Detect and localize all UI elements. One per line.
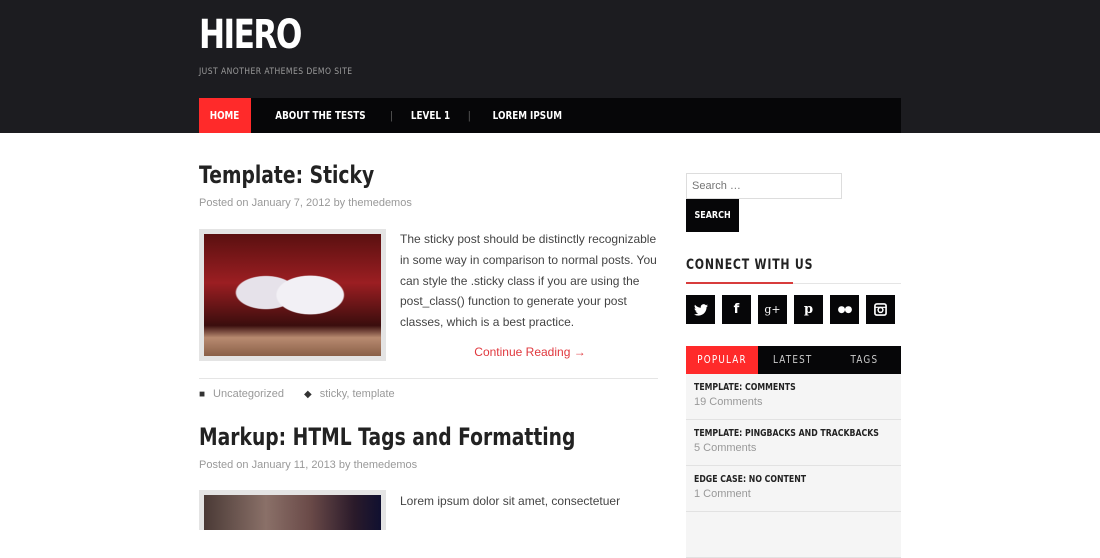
twitter-icon[interactable]: [686, 295, 715, 324]
folder-icon: ■: [199, 388, 206, 400]
meta-prefix: Posted on: [199, 197, 249, 209]
search-button-label: SEARCH: [694, 210, 731, 221]
nav-item-lorem-ipsum[interactable]: LOREM IPSUM: [471, 98, 584, 133]
tags-link[interactable]: sticky, template: [320, 388, 395, 400]
site-header: HIERO JUST ANOTHER ATHEMES DEMO SITE HOM…: [0, 0, 1100, 133]
post-date-link[interactable]: January 11, 2013: [252, 459, 336, 471]
tab-label: POPULAR: [697, 353, 747, 366]
nav-label: LOREM IPSUM: [492, 109, 562, 122]
post-date-link[interactable]: January 7, 2012: [252, 197, 331, 209]
continue-reading-link[interactable]: Continue Reading →: [400, 345, 660, 359]
post-author-link[interactable]: themedemos: [354, 459, 418, 471]
post-meta: Posted on January 7, 2012 by themedemos: [199, 197, 424, 209]
pinterest-icon[interactable]: p: [794, 295, 823, 324]
nav-label: HOME: [210, 109, 240, 122]
tab-popular[interactable]: POPULAR: [686, 346, 758, 374]
list-item: [686, 512, 901, 558]
nav-item-level-1[interactable]: LEVEL 1: [393, 98, 468, 133]
post-image: [204, 495, 381, 530]
popular-post-title[interactable]: EDGE CASE: NO CONTENT: [694, 474, 849, 485]
tags-icon: ◆: [303, 388, 312, 400]
post-meta: Posted on January 11, 2013 by themedemos: [199, 459, 682, 471]
facebook-icon[interactable]: f: [722, 295, 751, 324]
post-title[interactable]: Template: Sticky: [199, 161, 374, 189]
post-thumbnail[interactable]: [199, 490, 386, 530]
comment-count: 19 Comments: [694, 396, 763, 408]
search-input[interactable]: [686, 173, 842, 199]
meta-prefix: Posted on: [199, 459, 249, 471]
nav-label: ABOUT THE TESTS: [275, 109, 366, 122]
sidebar-tabs: POPULAR LATEST TAGS: [686, 346, 901, 374]
tab-latest[interactable]: LATEST: [758, 346, 828, 374]
tab-label: LATEST: [773, 353, 813, 366]
instagram-icon[interactable]: [866, 295, 895, 324]
nav-label: LEVEL 1: [410, 109, 450, 122]
connect-widget-title: CONNECT WITH US: [686, 257, 814, 273]
kittens-image: [204, 234, 381, 356]
list-item: EDGE CASE: NO CONTENT 1 Comment: [686, 466, 901, 512]
post-title[interactable]: Markup: HTML Tags and Formatting: [199, 423, 575, 451]
search-button[interactable]: SEARCH: [686, 199, 739, 232]
main-nav: HOME ABOUT THE TESTS | LEVEL 1 | LOREM I…: [199, 98, 901, 133]
flickr-icon[interactable]: ●●: [830, 295, 859, 324]
post-excerpt: The sticky post should be distinctly rec…: [400, 232, 657, 330]
tab-label: TAGS: [850, 353, 879, 366]
post-author-link[interactable]: themedemos: [348, 197, 412, 209]
comment-count: 5 Comments: [694, 442, 757, 454]
post-footer: ■ Uncategorized ◆ sticky, template: [199, 378, 658, 400]
post-excerpt: Lorem ipsum dolor sit amet, consectetuer: [400, 494, 621, 508]
list-item: TEMPLATE: PINGBACKS AND TRACKBACKS 5 Com…: [686, 420, 901, 466]
widget-divider-accent: [686, 282, 793, 284]
post-thumbnail[interactable]: [199, 229, 386, 361]
popular-post-title[interactable]: TEMPLATE: PINGBACKS AND TRACKBACKS: [694, 428, 879, 439]
category-link[interactable]: Uncategorized: [213, 388, 284, 400]
popular-posts-list: TEMPLATE: COMMENTS 19 Comments TEMPLATE:…: [686, 374, 901, 558]
list-item: TEMPLATE: COMMENTS 19 Comments: [686, 374, 901, 420]
site-description: JUST ANOTHER ATHEMES DEMO SITE: [199, 67, 353, 77]
social-links: f g+ p ●●: [686, 295, 895, 324]
nav-item-about-the-tests[interactable]: ABOUT THE TESTS: [251, 98, 390, 133]
comment-count: 1 Comment: [694, 488, 751, 500]
nav-item-home[interactable]: HOME: [199, 98, 251, 133]
tab-tags[interactable]: TAGS: [828, 346, 901, 374]
meta-by: by: [333, 197, 346, 209]
site-title[interactable]: HIERO: [199, 12, 302, 58]
popular-post-title[interactable]: TEMPLATE: COMMENTS: [694, 382, 849, 393]
meta-by: by: [338, 459, 351, 471]
google-plus-icon[interactable]: g+: [758, 295, 787, 324]
